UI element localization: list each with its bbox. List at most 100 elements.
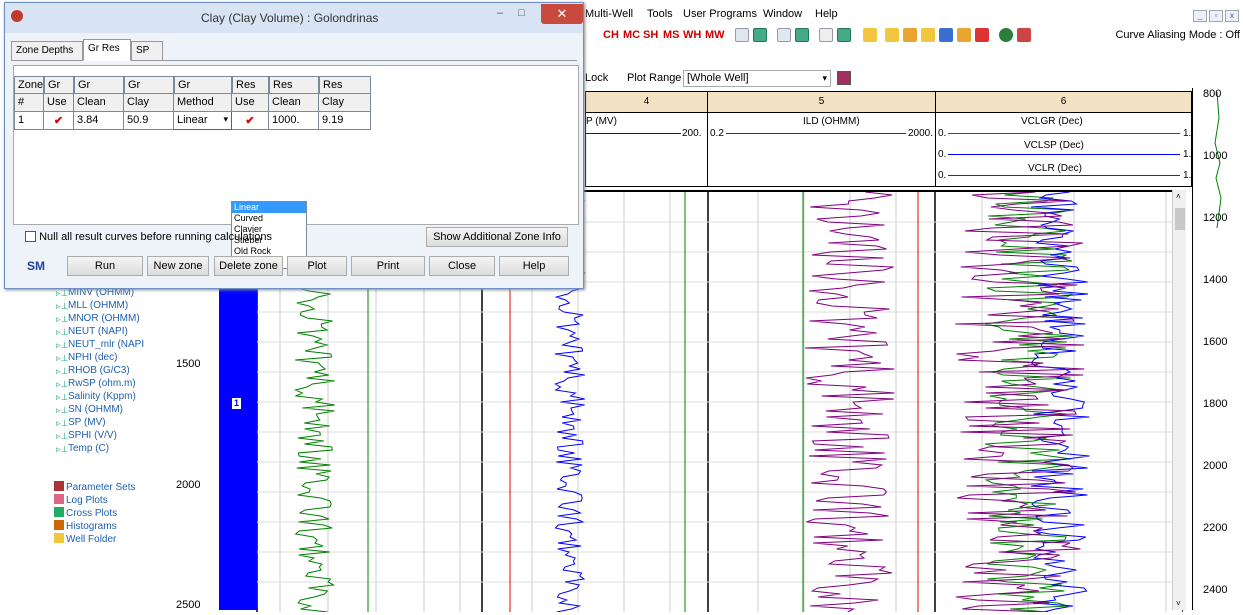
tool-wh-button[interactable]: WH <box>683 26 701 44</box>
delete-zone-button[interactable]: Delete zone <box>214 256 283 276</box>
tab-zone-depths[interactable]: Zone Depths <box>11 41 83 61</box>
cell-gr-clean[interactable]: 3.84 <box>74 112 124 130</box>
tab-sp[interactable]: SP <box>131 41 163 61</box>
track-header-5[interactable]: 5 <box>707 91 936 113</box>
column-header-gr-use: Use <box>44 94 74 112</box>
method-option[interactable]: Curved <box>232 213 306 224</box>
chart-icon[interactable] <box>1017 28 1031 42</box>
cell-method[interactable]: Linear ▾ <box>174 112 232 130</box>
cell-res-clean[interactable]: 1000. <box>269 112 319 130</box>
tree-curve-item[interactable]: ▹⊥SPHI (V/V) <box>56 430 117 441</box>
null-results-checkbox[interactable] <box>25 231 36 242</box>
cell-gr-use[interactable]: ✔ <box>44 112 74 130</box>
track-header-4[interactable]: 4 <box>585 91 708 113</box>
close-button[interactable]: Close <box>429 256 495 276</box>
new-zone-button[interactable]: New zone <box>147 256 209 276</box>
depth-tick-label: 1600 <box>1203 336 1228 348</box>
minimize-icon[interactable]: – <box>497 7 503 19</box>
cell-gr-clay[interactable]: 50.9 <box>124 112 174 130</box>
tree-curve-item[interactable]: ▹⊥SP (MV) <box>56 417 106 428</box>
zone-bar[interactable] <box>219 285 257 610</box>
minimize-icon[interactable]: _ <box>1193 10 1207 22</box>
track-number: 6 <box>1060 96 1067 107</box>
tab-gr-res[interactable]: Gr Res <box>83 39 131 61</box>
null-results-checkbox-row[interactable]: Null all result curves before running ca… <box>25 231 272 243</box>
grid-tool-3-icon[interactable] <box>837 28 851 42</box>
cell-zone[interactable]: 1 <box>14 112 44 130</box>
menu-window[interactable]: Window <box>763 8 802 20</box>
tool-mw-button[interactable]: MW <box>705 26 725 44</box>
folder-icon[interactable] <box>863 28 877 42</box>
tree-folder-item[interactable]: Parameter Sets <box>54 481 135 493</box>
show-zone-info-button[interactable]: Show Additional Zone Info <box>426 227 568 247</box>
tree-curve-item[interactable]: ▹⊥MNOR (OHMM) <box>56 313 140 324</box>
depth-label: 2000 <box>176 479 201 491</box>
tree-curve-item[interactable]: ▹⊥MLL (OHMM) <box>56 300 128 311</box>
chevron-down-icon[interactable]: ▾ <box>223 114 228 125</box>
depth-tick-label: 800 <box>1203 88 1222 100</box>
maximize-icon[interactable]: □ <box>518 7 525 19</box>
cell-res-clay[interactable]: 9.19 <box>319 112 371 130</box>
grid-tool-2-icon[interactable] <box>795 28 809 42</box>
restore-icon[interactable]: ▫ <box>1209 10 1223 22</box>
plot-settings-icon[interactable] <box>837 71 851 85</box>
plot-range-select[interactable]: [Whole Well] ▾ <box>683 70 831 87</box>
tool-mc-button[interactable]: MC <box>623 26 640 44</box>
vsh-icon[interactable] <box>735 28 749 42</box>
method-option[interactable]: Linear <box>232 202 306 213</box>
cell-res-use[interactable]: ✔ <box>232 112 269 130</box>
tree-folder-label: Well Folder <box>66 534 117 545</box>
scroll-down-icon[interactable]: ˅ <box>1176 599 1181 608</box>
tree-curve-item[interactable]: ▹⊥NEUT_mlr (NAPI <box>56 339 144 350</box>
track-legend-6: VCLGR (Dec) 0. 1. VCLSP (Dec) 0. 1. VCLR… <box>935 113 1192 187</box>
tree-curve-item[interactable]: ▹⊥RHOB (G/C3) <box>56 365 130 376</box>
track-header-6[interactable]: 6 <box>935 91 1192 113</box>
lock-label[interactable]: Lock <box>585 72 608 84</box>
tree-folder-item[interactable]: Cross Plots <box>54 507 117 519</box>
run-button[interactable]: Run <box>67 256 143 276</box>
sw-icon[interactable] <box>777 28 791 42</box>
delete-icon[interactable] <box>975 28 989 42</box>
open-folder-icon[interactable] <box>885 28 899 42</box>
help-button[interactable]: Help <box>499 256 569 276</box>
tree-curve-item[interactable]: ▹⊥Salinity (Kppm) <box>56 391 136 402</box>
menu-user-programs[interactable]: User Programs <box>683 8 757 20</box>
tree-curve-item[interactable]: ▹⊥SN (OHMM) <box>56 404 123 415</box>
grid-tool-icon[interactable] <box>753 28 767 42</box>
edit-icon[interactable] <box>921 28 935 42</box>
save-icon[interactable] <box>939 28 953 42</box>
track-number: 5 <box>818 96 825 107</box>
tree-folder-item[interactable]: Log Plots <box>54 494 108 506</box>
tree-curve-item[interactable]: ▹⊥RwSP (ohm.m) <box>56 378 136 389</box>
menu-multiwell[interactable]: Multi-Well <box>585 8 633 20</box>
scroll-up-icon[interactable]: ˄ <box>1176 192 1181 201</box>
tool-ms-button[interactable]: MS <box>663 26 680 44</box>
plot-range-value: [Whole Well] <box>687 72 749 84</box>
scrollbar-thumb[interactable] <box>1175 208 1185 230</box>
globe-icon[interactable] <box>999 28 1013 42</box>
tree-curve-item[interactable]: ▹⊥Temp (C) <box>56 443 109 454</box>
arrow-tool-icon[interactable] <box>819 28 833 42</box>
print-button[interactable]: Print <box>351 256 425 276</box>
menu-help[interactable]: Help <box>815 8 838 20</box>
tool-ch-button[interactable]: CH <box>603 26 619 44</box>
close-icon[interactable]: ✕ <box>541 4 583 24</box>
curve-left-scale: 0. <box>938 128 947 139</box>
depth-track: 800 1000 1200 1400 1600 1800 2000 2200 2400 <box>1192 88 1243 610</box>
import-icon[interactable] <box>957 28 971 42</box>
close-icon[interactable]: x <box>1225 10 1239 22</box>
dialog-titlebar[interactable]: Clay (Clay Volume) : Golondrinas – □ ✕ <box>5 3 583 33</box>
vertical-scrollbar[interactable]: ˄ ˅ <box>1172 190 1186 610</box>
sm-icon[interactable]: SM <box>27 259 45 273</box>
export-icon[interactable] <box>903 28 917 42</box>
column-header-gr-clay: Gr <box>124 76 174 94</box>
menu-tools[interactable]: Tools <box>647 8 673 20</box>
legend-line <box>948 154 1180 155</box>
tree-folder-item[interactable]: Well Folder <box>54 533 116 545</box>
tree-curve-item[interactable]: ▹⊥NEUT (NAPI) <box>56 326 128 337</box>
tree-folder-item[interactable]: Histograms <box>54 520 117 532</box>
tool-sh-button[interactable]: SH <box>643 26 658 44</box>
tree-curve-item[interactable]: ▹⊥NPHI (dec) <box>56 352 117 363</box>
curve-aliasing[interactable]: Curve Aliasing Mode : Off <box>1115 29 1240 41</box>
plot-button[interactable]: Plot <box>287 256 347 276</box>
